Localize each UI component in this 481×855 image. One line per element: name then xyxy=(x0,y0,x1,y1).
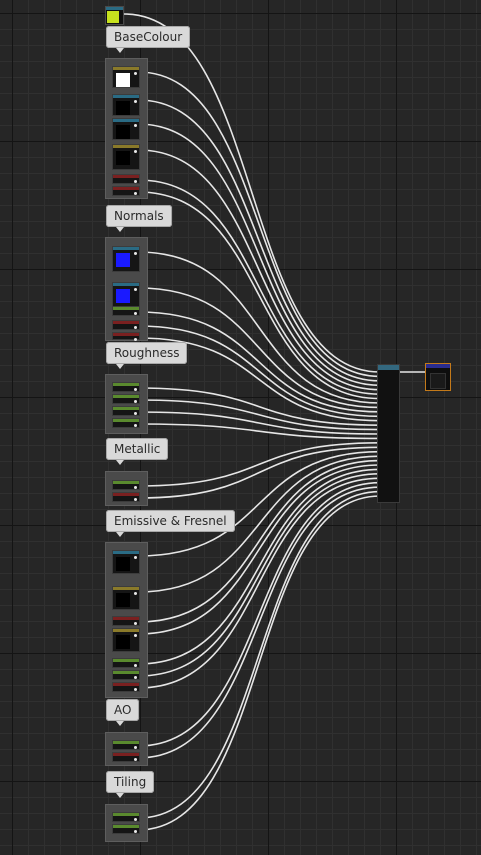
texture-sample-node[interactable] xyxy=(112,94,140,116)
texture-sample-node[interactable] xyxy=(112,628,140,652)
parameter-node[interactable] xyxy=(112,320,140,330)
connection-wire[interactable] xyxy=(137,411,381,435)
preview-swatch-icon xyxy=(116,125,130,139)
output-pin-icon[interactable] xyxy=(134,412,137,415)
comment-ao[interactable]: AO xyxy=(106,699,140,726)
output-pin-icon[interactable] xyxy=(134,288,137,291)
texture-sample-node[interactable] xyxy=(112,144,140,170)
parameter-node[interactable] xyxy=(112,480,140,490)
wire-layer xyxy=(123,13,428,831)
output-pin-icon[interactable] xyxy=(134,72,137,75)
connection-wire[interactable] xyxy=(137,450,381,557)
output-pin-icon[interactable] xyxy=(134,312,137,315)
connection-wire[interactable] xyxy=(137,490,381,819)
parameter-node[interactable] xyxy=(112,186,140,196)
connection-wire[interactable] xyxy=(137,446,381,499)
output-pin-icon[interactable] xyxy=(134,688,137,691)
preview-swatch-icon xyxy=(116,593,130,607)
preview-swatch-icon xyxy=(116,253,130,267)
material-graph-canvas[interactable]: BaseColour Normals Roughness Metallic Em… xyxy=(0,0,481,855)
parameter-node[interactable] xyxy=(112,406,140,416)
connection-wire[interactable] xyxy=(137,191,381,400)
connection-wire[interactable] xyxy=(137,464,381,635)
output-pin-icon[interactable] xyxy=(134,338,137,341)
output-preview-swatch-icon xyxy=(430,373,446,389)
texture-sample-node[interactable] xyxy=(112,66,140,88)
parameter-node[interactable] xyxy=(112,658,140,668)
preview-swatch-icon xyxy=(116,635,130,649)
output-pin-icon[interactable] xyxy=(134,400,137,403)
lime-swatch-icon xyxy=(107,11,119,23)
parameter-node[interactable] xyxy=(112,394,140,404)
tiling-group[interactable] xyxy=(105,804,148,842)
parameter-node[interactable] xyxy=(112,332,140,341)
preview-swatch-icon xyxy=(116,151,130,165)
output-pin-icon[interactable] xyxy=(134,498,137,501)
lime-color-node[interactable] xyxy=(105,6,124,25)
parameter-node[interactable] xyxy=(112,616,140,626)
comment-basecolour[interactable]: BaseColour xyxy=(106,26,191,53)
output-pin-icon[interactable] xyxy=(134,746,137,749)
output-pin-icon[interactable] xyxy=(134,676,137,679)
comment-emissive-fresnel[interactable]: Emissive & Fresnel xyxy=(106,510,235,537)
texture-sample-node[interactable] xyxy=(112,246,140,272)
parameter-node[interactable] xyxy=(112,812,140,822)
texture-sample-node[interactable] xyxy=(112,550,140,574)
texture-sample-node[interactable] xyxy=(112,586,140,610)
parameter-node[interactable] xyxy=(112,824,140,834)
comment-roughness[interactable]: Roughness xyxy=(106,342,188,369)
output-pin-icon[interactable] xyxy=(134,180,137,183)
connection-wire[interactable] xyxy=(137,495,381,831)
output-pin-icon[interactable] xyxy=(134,592,137,595)
output-pin-icon[interactable] xyxy=(134,830,137,833)
output-pin-icon[interactable] xyxy=(134,192,137,195)
make-material-attributes-node[interactable] xyxy=(377,364,400,503)
output-pin-icon[interactable] xyxy=(134,388,137,391)
output-pin-icon[interactable] xyxy=(134,124,137,127)
output-pin-icon[interactable] xyxy=(134,252,137,255)
parameter-node[interactable] xyxy=(112,682,140,692)
connection-wire[interactable] xyxy=(137,325,381,418)
connection-wire[interactable] xyxy=(137,387,381,426)
parameter-node[interactable] xyxy=(112,752,140,762)
preview-swatch-icon xyxy=(116,101,130,115)
connection-wire[interactable] xyxy=(137,468,381,665)
parameter-node[interactable] xyxy=(112,740,140,750)
comment-tiling[interactable]: Tiling xyxy=(106,771,155,798)
output-pin-icon[interactable] xyxy=(134,486,137,489)
preview-swatch-icon xyxy=(116,557,130,571)
connection-wire[interactable] xyxy=(137,399,381,431)
output-pin-icon[interactable] xyxy=(134,818,137,821)
connection-wire[interactable] xyxy=(137,459,381,623)
connection-wire[interactable] xyxy=(137,99,381,382)
output-pin-icon[interactable] xyxy=(134,100,137,103)
output-pin-icon[interactable] xyxy=(134,664,137,667)
connection-wire[interactable] xyxy=(137,71,381,378)
parameter-node[interactable] xyxy=(112,382,140,392)
connection-wire[interactable] xyxy=(137,423,381,440)
output-pin-icon[interactable] xyxy=(134,758,137,761)
connection-wire[interactable] xyxy=(137,473,381,677)
parameter-node[interactable] xyxy=(112,492,140,502)
comment-metallic[interactable]: Metallic xyxy=(106,438,169,465)
connection-wire[interactable] xyxy=(137,442,381,487)
output-pin-icon[interactable] xyxy=(134,634,137,637)
preview-swatch-icon xyxy=(116,73,130,87)
parameter-node[interactable] xyxy=(112,174,140,184)
parameter-node[interactable] xyxy=(112,418,140,428)
texture-sample-node[interactable] xyxy=(112,118,140,140)
output-pin-icon[interactable] xyxy=(134,150,137,153)
comment-normals[interactable]: Normals xyxy=(106,205,172,232)
material-output-node[interactable] xyxy=(425,363,451,391)
output-pin-icon[interactable] xyxy=(134,424,137,427)
texture-sample-node[interactable] xyxy=(112,282,140,308)
output-pin-icon[interactable] xyxy=(134,556,137,559)
output-pin-icon[interactable] xyxy=(134,622,137,625)
preview-swatch-icon xyxy=(116,289,130,303)
connection-wire[interactable] xyxy=(123,13,381,373)
output-pin-icon[interactable] xyxy=(134,326,137,329)
parameter-node[interactable] xyxy=(112,670,140,680)
connection-wire[interactable] xyxy=(137,251,381,404)
parameter-node[interactable] xyxy=(112,306,140,316)
